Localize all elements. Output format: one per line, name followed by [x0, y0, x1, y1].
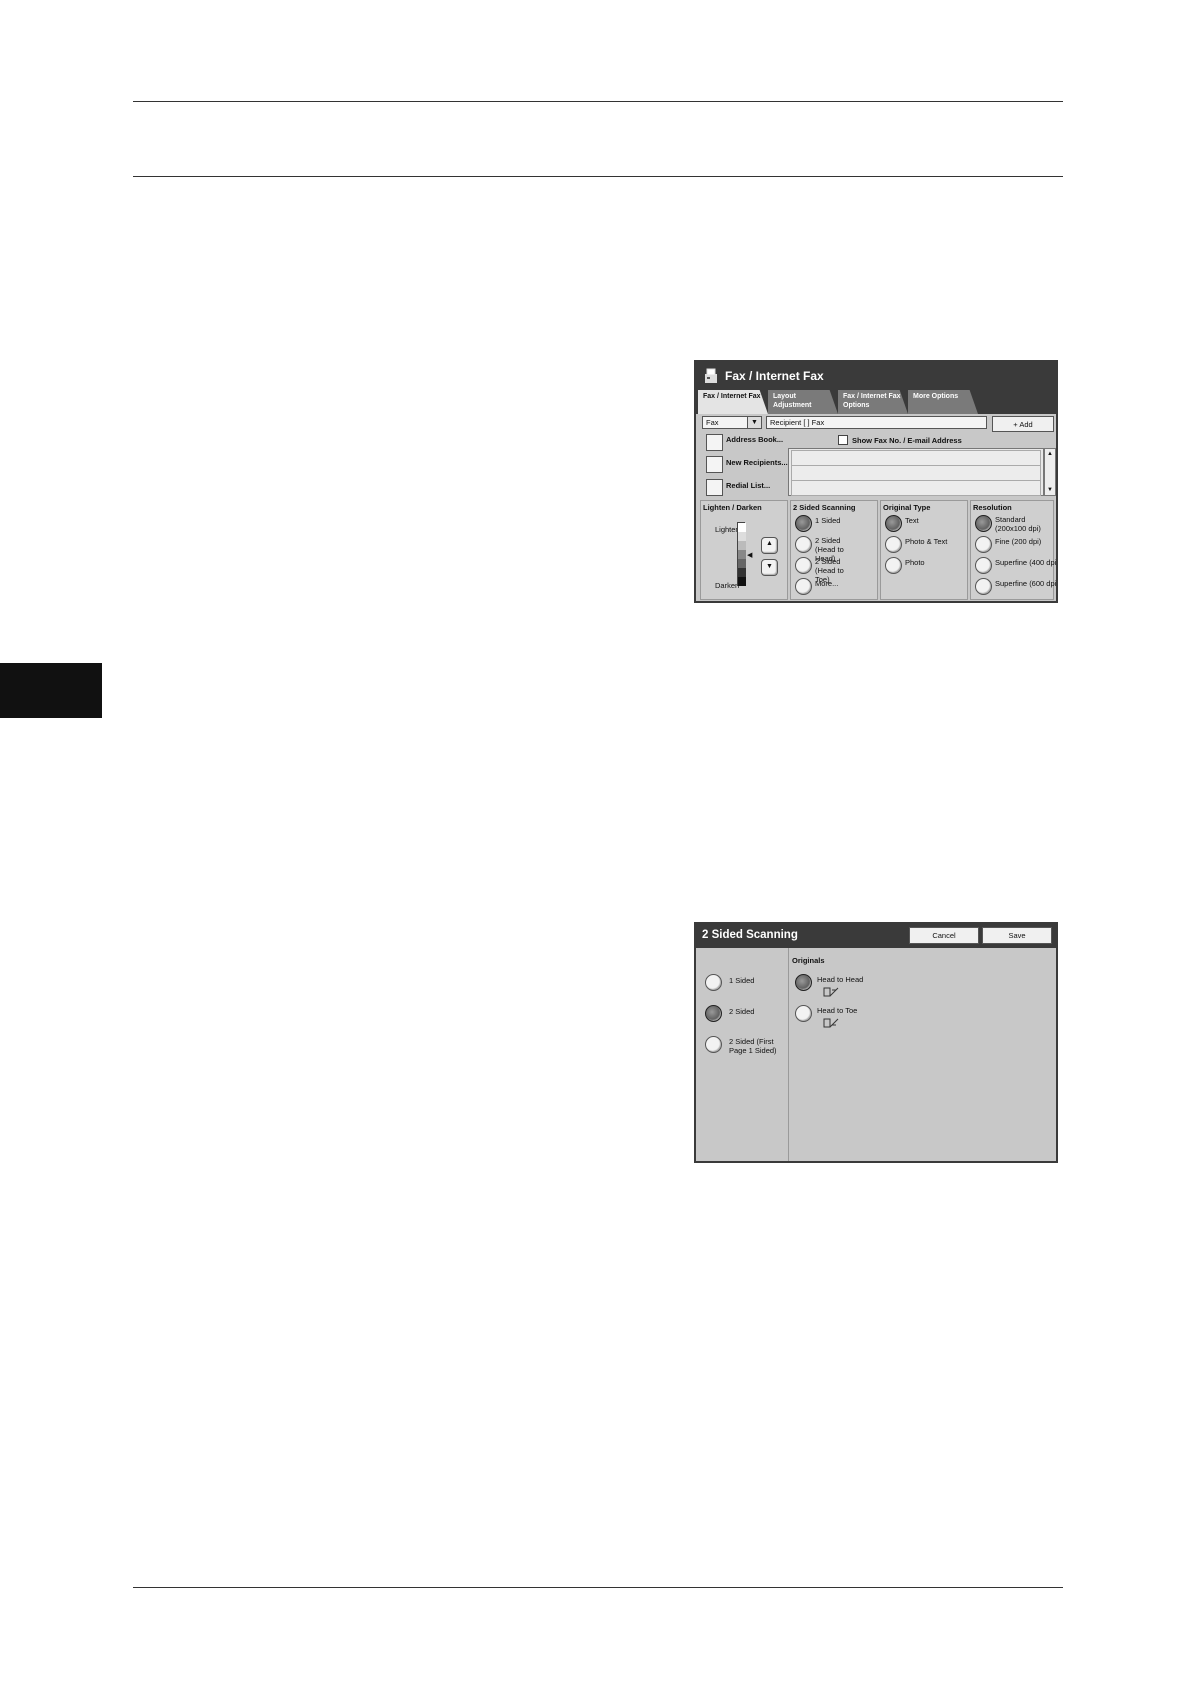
- radio-2-sided-first-page-1-sided[interactable]: [705, 1036, 722, 1053]
- radio-photo-text[interactable]: [885, 536, 902, 553]
- lighten-label: Lighten: [715, 525, 740, 534]
- fax-screen-titlebar: Fax / Internet Fax: [696, 362, 1056, 392]
- radio-1-sided[interactable]: [795, 515, 812, 532]
- current-level-marker-icon: ◀: [747, 552, 753, 559]
- redial-list-label: Redial List...: [726, 481, 771, 490]
- radio-more[interactable]: [795, 578, 812, 595]
- lighten-darken-title: Lighten / Darken: [703, 503, 762, 512]
- density-level: [738, 532, 746, 541]
- arrow-down-icon: ▼: [766, 563, 773, 570]
- recipient-field[interactable]: Recipient [ ] Fax: [766, 416, 987, 429]
- address-book-button[interactable]: [706, 434, 723, 451]
- footer-rule: [133, 1587, 1063, 1588]
- density-level: [738, 541, 746, 550]
- originals-title: Originals: [792, 956, 825, 965]
- list-item[interactable]: [791, 465, 1041, 481]
- darker-button[interactable]: ▼: [761, 559, 778, 576]
- scroll-up-icon[interactable]: ▲: [1047, 451, 1053, 457]
- radio-text[interactable]: [885, 515, 902, 532]
- radio-superfine-600[interactable]: [975, 578, 992, 595]
- show-fax-no-checkbox[interactable]: [838, 435, 848, 445]
- original-type-title: Original Type: [883, 503, 931, 512]
- density-level: [738, 568, 746, 577]
- two-sided-scanning-screen: 2 Sided Scanning Cancel Save 1 Sided 2 S…: [694, 922, 1058, 1163]
- header-rule-top: [133, 101, 1063, 102]
- head-to-toe-icon: [822, 1016, 840, 1028]
- save-button[interactable]: Save: [982, 927, 1052, 944]
- show-fax-no-label: Show Fax No. / E-mail Address: [852, 436, 962, 445]
- radio-2-sided[interactable]: [705, 1005, 722, 1022]
- head-to-head-icon: [822, 985, 840, 997]
- density-level: [738, 577, 746, 586]
- two-sided-scanning-group: 2 Sided Scanning 1 Sided 2 Sided (Head t…: [790, 500, 878, 600]
- radio-2-sided-head-to-toe[interactable]: [795, 557, 812, 574]
- add-button[interactable]: + Add: [992, 416, 1054, 432]
- resolution-title: Resolution: [973, 503, 1012, 512]
- redial-list-button[interactable]: [706, 479, 723, 496]
- new-recipients-label: New Recipients...: [726, 458, 788, 467]
- fax-internet-fax-screen: Fax / Internet Fax Fax / Internet Fax La…: [694, 360, 1058, 603]
- list-scrollbar[interactable]: ▲ ▼: [1044, 448, 1056, 496]
- radio-photo[interactable]: [885, 557, 902, 574]
- tab-bar: Fax / Internet Fax Layout Adjustment Fax…: [696, 390, 1056, 414]
- two-sided-title: 2 Sided Scanning: [793, 503, 856, 512]
- lighter-button[interactable]: ▲: [761, 537, 778, 554]
- header-rule-bottom: [133, 176, 1063, 177]
- density-level: [738, 550, 746, 559]
- density-scale: [737, 522, 746, 586]
- arrow-up-icon: ▲: [766, 540, 773, 547]
- fax-type-select[interactable]: Fax ▼: [702, 416, 762, 429]
- original-type-group: Original Type Text Photo & Text Photo: [880, 500, 968, 600]
- radio-superfine-400[interactable]: [975, 557, 992, 574]
- tab-layout-adjustment[interactable]: Layout Adjustment: [768, 390, 838, 414]
- chapter-side-tab: [0, 663, 102, 718]
- resolution-group: Resolution Standard (200x100 dpi) Fine (…: [970, 500, 1056, 600]
- lighten-darken-group: Lighten / Darken Lighten Darken ◀ ▲ ▼: [700, 500, 788, 600]
- radio-head-to-toe[interactable]: [795, 1005, 812, 1022]
- recipient-list[interactable]: [788, 448, 1044, 496]
- radio-1-sided[interactable]: [705, 974, 722, 991]
- radio-standard[interactable]: [975, 515, 992, 532]
- new-recipients-button[interactable]: [706, 456, 723, 473]
- fax-screen-title: Fax / Internet Fax: [725, 369, 824, 383]
- list-item[interactable]: [791, 450, 1041, 466]
- tab-fax-options[interactable]: Fax / Internet Fax Options: [838, 390, 908, 414]
- fax-icon: [704, 368, 718, 384]
- tab-fax-internet-fax[interactable]: Fax / Internet Fax: [698, 390, 768, 414]
- density-level: [738, 523, 746, 532]
- list-item[interactable]: [791, 480, 1041, 496]
- tab-more-options[interactable]: More Options: [908, 390, 978, 414]
- two-sided-screen-title: 2 Sided Scanning: [702, 929, 798, 941]
- chevron-down-icon: ▼: [747, 417, 761, 428]
- cancel-button[interactable]: Cancel: [909, 927, 979, 944]
- radio-head-to-head[interactable]: [795, 974, 812, 991]
- scroll-down-icon[interactable]: ▼: [1047, 487, 1053, 493]
- density-level: [738, 559, 746, 568]
- radio-2-sided-head-to-head[interactable]: [795, 536, 812, 553]
- radio-fine[interactable]: [975, 536, 992, 553]
- darken-label: Darken: [715, 581, 740, 590]
- address-book-label: Address Book...: [726, 435, 784, 444]
